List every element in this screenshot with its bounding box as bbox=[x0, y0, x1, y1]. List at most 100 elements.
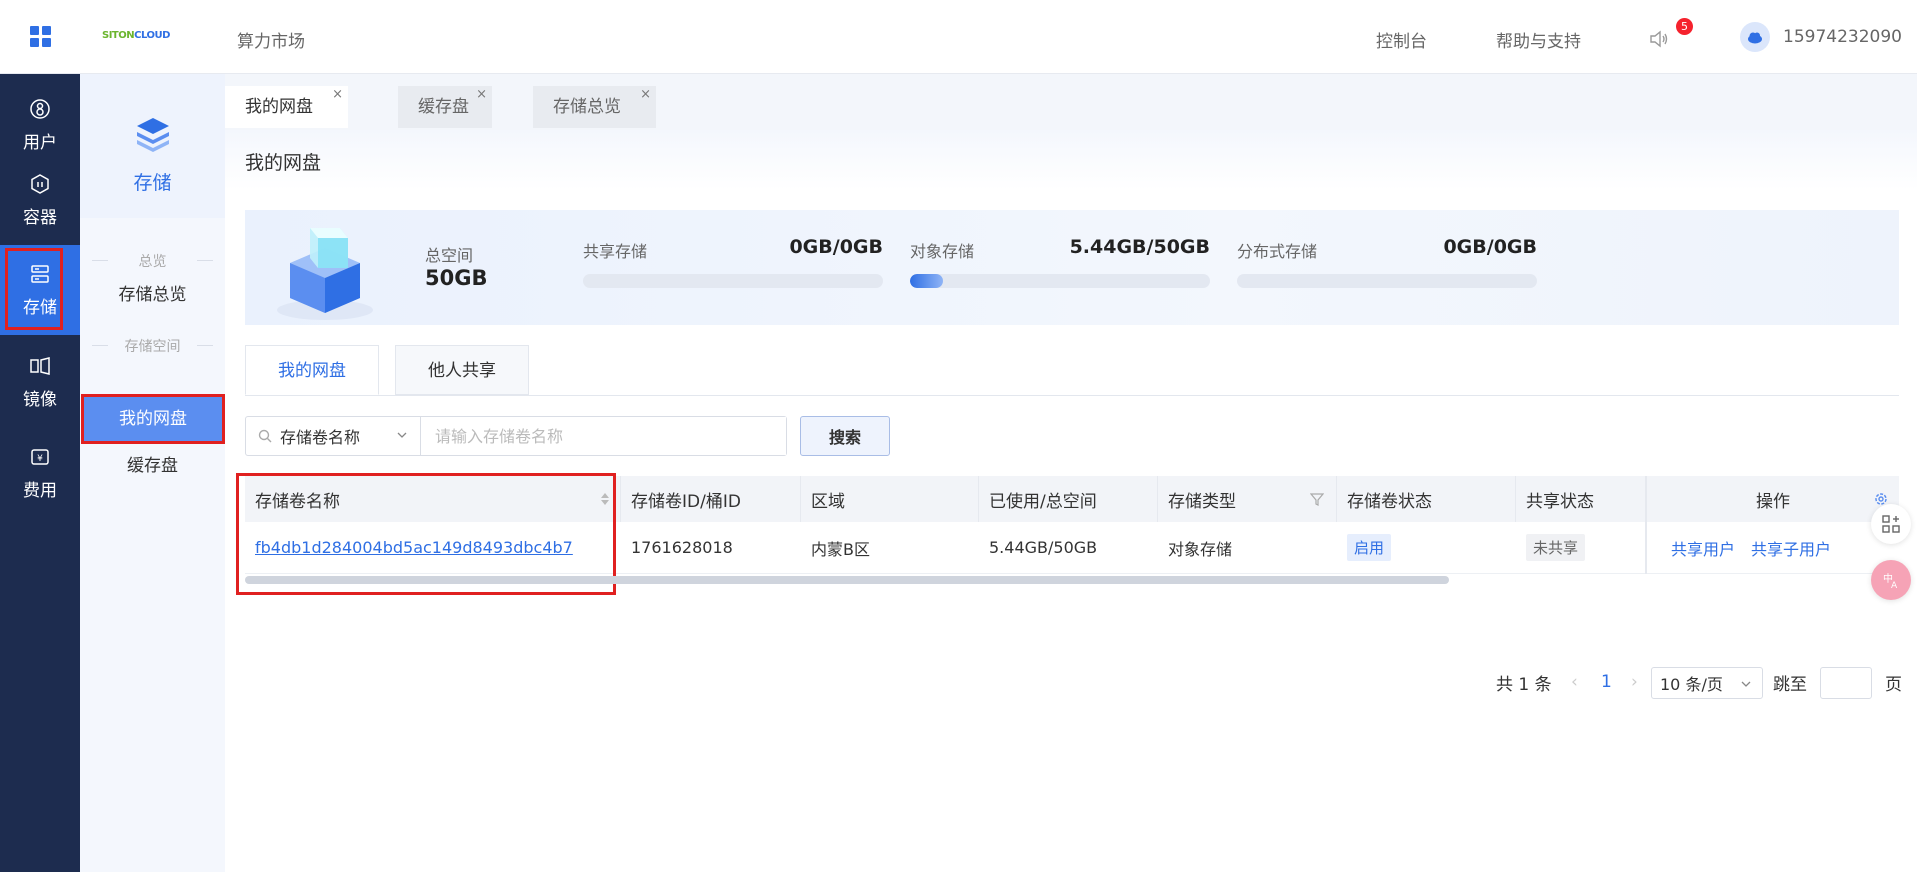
user-icon bbox=[30, 98, 50, 119]
goto-page-input[interactable] bbox=[1820, 667, 1872, 699]
cloud-icon bbox=[1748, 32, 1762, 44]
column-header-id: 存储卷ID/桶ID bbox=[621, 476, 801, 522]
svg-text:A: A bbox=[1891, 581, 1898, 591]
apps-add-icon bbox=[1882, 515, 1900, 533]
svg-text:¥: ¥ bbox=[37, 454, 43, 464]
user-account[interactable]: 15974232090 bbox=[1783, 27, 1902, 47]
close-icon[interactable]: × bbox=[476, 74, 487, 116]
main-content: 我的网盘 总空间 50GB 共享存储 0GB/0GB 对象存储 5.44GB/5… bbox=[225, 130, 1917, 872]
nav-item-label: 镜像 bbox=[23, 389, 57, 410]
app-launcher[interactable] bbox=[0, 0, 80, 74]
object-storage-meter: 对象存储 5.44GB/50GB bbox=[910, 236, 1210, 288]
chevron-down-icon bbox=[397, 432, 407, 438]
horizontal-scrollbar[interactable] bbox=[245, 576, 1449, 584]
total-space-value: 50GB bbox=[425, 266, 488, 290]
group-label-storage-space: 存储空间 bbox=[80, 336, 225, 356]
column-header-status: 存储卷状态 bbox=[1337, 476, 1516, 522]
tab-my-disk[interactable]: 我的网盘 × bbox=[225, 86, 348, 128]
search-input[interactable] bbox=[421, 417, 786, 455]
highlight-box bbox=[5, 248, 63, 330]
pagination-total: 共 1 条 bbox=[1496, 674, 1552, 695]
subnav-item-storage-overview[interactable]: 存储总览 bbox=[80, 272, 225, 318]
column-header-share: 共享状态 bbox=[1516, 476, 1647, 522]
share-subuser-link[interactable]: 共享子用户 bbox=[1751, 536, 1831, 560]
translate-tool[interactable]: 中A bbox=[1871, 560, 1911, 600]
tab-storage-overview[interactable]: 存储总览 × bbox=[533, 86, 656, 128]
console-link[interactable]: 控制台 bbox=[1376, 27, 1427, 52]
brand-logo[interactable]: SITONCLOUD bbox=[102, 30, 170, 41]
chevron-down-icon bbox=[1741, 681, 1751, 687]
tab-divider bbox=[245, 395, 1899, 396]
region-cell: 内蒙B区 bbox=[811, 539, 870, 559]
close-icon[interactable]: × bbox=[332, 74, 343, 116]
layers-icon bbox=[136, 118, 169, 152]
search-field-select[interactable]: 存储卷名称 bbox=[246, 417, 421, 455]
meter-fill bbox=[910, 274, 943, 288]
search-box: 存储卷名称 bbox=[245, 416, 787, 456]
help-link[interactable]: 帮助与支持 bbox=[1496, 27, 1581, 52]
column-header-type[interactable]: 存储类型 bbox=[1158, 476, 1337, 522]
status-badge: 启用 bbox=[1347, 534, 1392, 561]
page-number[interactable]: 1 bbox=[1601, 667, 1612, 697]
prev-page-icon[interactable]: ‹ bbox=[1571, 667, 1578, 697]
subnav-body: 总览 存储总览 存储空间 我的网盘 缓存盘 bbox=[80, 218, 225, 872]
nav-item-label: 用户 bbox=[23, 132, 57, 153]
goto-label: 跳至 bbox=[1773, 674, 1807, 695]
storage-summary: 总空间 50GB 共享存储 0GB/0GB 对象存储 5.44GB/50GB 分… bbox=[245, 210, 1899, 325]
nav-item-label: 费用 bbox=[23, 480, 57, 501]
group-label-overview: 总览 bbox=[80, 251, 225, 271]
share-user-link[interactable]: 共享用户 bbox=[1671, 536, 1735, 560]
billing-icon: ¥ bbox=[31, 448, 49, 465]
subnav-item-cache-disk[interactable]: 缓存盘 bbox=[80, 443, 225, 489]
translate-icon: 中A bbox=[1883, 572, 1898, 591]
avatar[interactable] bbox=[1740, 22, 1770, 52]
storage-cube-icon bbox=[277, 228, 373, 320]
close-icon[interactable]: × bbox=[640, 74, 651, 116]
filter-icon[interactable] bbox=[1310, 492, 1324, 506]
page-title: 我的网盘 bbox=[245, 152, 322, 174]
app-grid-tool[interactable] bbox=[1871, 504, 1911, 544]
volume-id-cell: 1761628018 bbox=[631, 538, 733, 557]
highlight-box bbox=[81, 394, 225, 444]
market-link[interactable]: 算力市场 bbox=[237, 27, 305, 52]
search-icon bbox=[258, 429, 272, 443]
search-button[interactable]: 搜索 bbox=[800, 416, 890, 456]
left-nav: 用户 容器 存储 镜像 ¥ 费用 bbox=[0, 0, 80, 872]
subnav-item-my-disk[interactable]: 我的网盘 bbox=[81, 394, 225, 444]
speaker-icon[interactable] bbox=[1648, 28, 1670, 50]
notification-badge: 5 bbox=[1676, 18, 1693, 35]
ops-cell: 共享用户 共享子用户 bbox=[1647, 522, 1899, 573]
nav-item-container[interactable]: 容器 bbox=[0, 155, 80, 245]
nav-item-storage[interactable]: 存储 bbox=[0, 245, 80, 335]
subnav-header: 存储 bbox=[80, 74, 225, 218]
column-header-ops: 操作 bbox=[1647, 476, 1899, 522]
grid-icon bbox=[29, 26, 51, 47]
page-label: 页 bbox=[1885, 674, 1902, 695]
tab-cache-disk[interactable]: 缓存盘 × bbox=[398, 86, 492, 128]
tab-inner-my-disk[interactable]: 我的网盘 bbox=[245, 345, 379, 395]
nav-item-billing[interactable]: ¥ 费用 bbox=[0, 428, 80, 518]
column-header-region: 区域 bbox=[801, 476, 979, 522]
next-page-icon[interactable]: › bbox=[1631, 667, 1638, 697]
shared-storage-meter: 共享存储 0GB/0GB bbox=[583, 236, 883, 288]
status-cell: 启用 bbox=[1337, 522, 1516, 573]
page-size-select[interactable]: 10 条/页 bbox=[1651, 667, 1763, 699]
image-icon bbox=[30, 356, 50, 375]
column-header-usage: 已使用/总空间 bbox=[979, 476, 1158, 522]
type-cell: 对象存储 bbox=[1168, 539, 1233, 559]
fixed-column-divider bbox=[1645, 476, 1647, 574]
subnav-title: 存储 bbox=[133, 172, 172, 194]
total-space-label: 总空间 bbox=[425, 246, 474, 265]
storage-table: 存储卷名称 存储卷ID/桶ID 区域 已使用/总空间 存储类型 存储卷状态 共享… bbox=[236, 473, 1899, 595]
share-cell: 未共享 bbox=[1516, 522, 1647, 573]
nav-item-label: 容器 bbox=[23, 207, 57, 228]
top-header: SITONCLOUD 算力市场 控制台 帮助与支持 5 15974232090 bbox=[80, 0, 1917, 74]
page-title-bar: 我的网盘 bbox=[225, 130, 1917, 190]
usage-cell: 5.44GB/50GB bbox=[989, 538, 1098, 557]
sub-nav: 存储 总览 存储总览 存储空间 我的网盘 缓存盘 bbox=[80, 74, 225, 872]
share-status-badge: 未共享 bbox=[1526, 534, 1586, 561]
nav-item-image[interactable]: 镜像 bbox=[0, 337, 80, 427]
page-tabs: 我的网盘 × 缓存盘 × 存储总览 × bbox=[225, 86, 1917, 130]
tab-inner-shared-by-others[interactable]: 他人共享 bbox=[395, 345, 529, 395]
container-icon bbox=[31, 173, 49, 194]
